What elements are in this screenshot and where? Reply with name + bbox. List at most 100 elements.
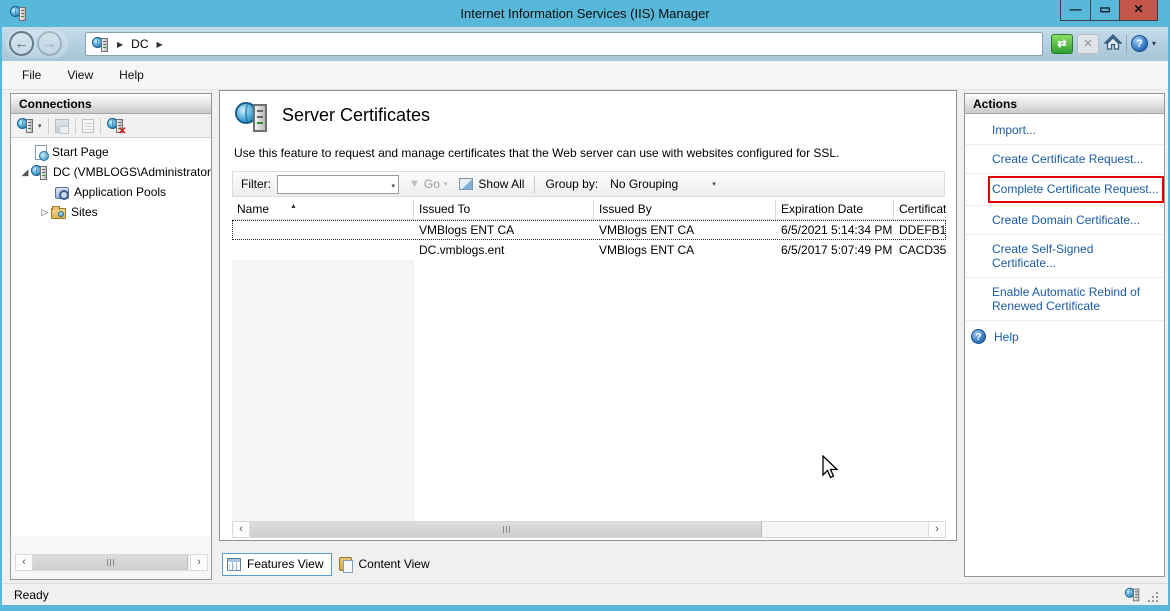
server-certificates-icon (235, 100, 269, 134)
window-title: Internet Information Services (IIS) Mana… (0, 6, 1170, 21)
menu-file[interactable]: File (22, 68, 41, 82)
menu-bar: File View Help (0, 61, 1170, 90)
name-column-shading (232, 260, 414, 521)
content-view-icon (339, 557, 352, 571)
feature-description: Use this feature to request and manage c… (234, 146, 839, 160)
action-enable-automatic-rebind[interactable]: Enable Automatic Rebind of Renewed Certi… (965, 277, 1164, 320)
home-icon[interactable] (1102, 34, 1124, 54)
rename-connection-icon (82, 119, 94, 133)
scroll-right-icon[interactable]: › (190, 555, 207, 570)
tree-item-server-dc[interactable]: ◢ DC (VMBLOGS\Administrator (11, 162, 211, 182)
menu-help[interactable]: Help (119, 68, 144, 82)
column-header-expiration-date[interactable]: Expiration Date (776, 200, 894, 219)
action-help[interactable]: ? Help (965, 320, 1164, 351)
table-row[interactable]: VMBlogs ENT CA VMBlogs ENT CA 6/5/2021 5… (232, 220, 946, 240)
actions-header: Actions (965, 94, 1164, 114)
breadcrumb-item-dc[interactable]: DC (131, 37, 148, 51)
forward-button[interactable]: → (37, 31, 62, 56)
address-bar: ← → ▶ DC ▶ ⇄ ✕ ? ▾ (0, 27, 1170, 61)
toolbar-divider (48, 118, 49, 134)
view-tabs: Features View Content View (222, 552, 438, 577)
toolbar-divider (100, 118, 101, 134)
toolbar-divider (1126, 35, 1127, 53)
certificates-table: Name ▲ Issued To Issued By Expiration Da… (232, 200, 946, 260)
expander-closed-icon[interactable]: ▷ (39, 207, 51, 218)
title-bar[interactable]: Internet Information Services (IIS) Mana… (0, 0, 1170, 27)
tree-item-application-pools[interactable]: Application Pools (11, 182, 211, 202)
start-page-icon (35, 145, 47, 160)
create-connection-icon[interactable] (17, 117, 34, 134)
status-text: Ready (14, 588, 49, 602)
column-header-issued-by[interactable]: Issued By (594, 200, 776, 219)
scrollbar-thumb[interactable] (250, 522, 762, 537)
refresh-icon[interactable]: ⇄ (1051, 34, 1073, 54)
help-dropdown-caret-icon[interactable]: ▾ (1152, 39, 1156, 48)
connections-header: Connections (11, 94, 211, 114)
connections-tree: Start Page ◢ DC (VMBLOGS\Administrator A… (11, 138, 211, 536)
group-by-control: Group by: No Grouping ▾ (545, 177, 715, 191)
tab-features-view[interactable]: Features View (222, 553, 332, 576)
chevron-down-icon: ▾ (712, 180, 716, 188)
breadcrumb[interactable]: ▶ DC ▶ (85, 32, 1043, 56)
filter-input[interactable]: ▾ (277, 175, 399, 194)
stop-icon: ✕ (1077, 34, 1099, 54)
chevron-down-icon: ▾ (444, 180, 448, 188)
minimize-button[interactable]: — (1060, 0, 1090, 21)
breadcrumb-separator-icon: ▶ (157, 40, 163, 49)
action-complete-certificate-request[interactable]: Complete Certificate Request... (965, 173, 1164, 203)
status-bar: Ready (0, 583, 1170, 605)
show-all-button[interactable]: Show All (459, 177, 524, 191)
scroll-right-icon[interactable]: › (928, 522, 945, 537)
column-header-name[interactable]: Name ▲ (232, 200, 414, 219)
toolbar-divider (534, 176, 535, 193)
chevron-down-icon: ▾ (391, 182, 395, 190)
back-button[interactable]: ← (9, 31, 34, 56)
group-by-dropdown[interactable]: No Grouping ▾ (610, 177, 716, 191)
save-connection-icon (55, 119, 69, 133)
toolbar-divider (75, 118, 76, 134)
window-bottom-border (0, 605, 1170, 611)
page-title: Server Certificates (282, 105, 430, 126)
tab-content-view[interactable]: Content View (335, 554, 437, 575)
group-by-label: Group by: (545, 177, 598, 191)
table-header: Name ▲ Issued To Issued By Expiration Da… (232, 200, 946, 220)
actions-list: Import... Create Certificate Request... … (965, 114, 1164, 351)
connections-panel: Connections ▾ ✕ Start Page ◢ DC (VMBLOGS… (10, 93, 212, 580)
connection-dropdown-caret-icon[interactable]: ▾ (38, 122, 42, 130)
mouse-cursor (820, 455, 842, 481)
action-create-certificate-request[interactable]: Create Certificate Request... (965, 144, 1164, 173)
application-pools-icon (55, 187, 69, 199)
tree-item-start-page[interactable]: Start Page (11, 142, 211, 162)
action-import[interactable]: Import... (965, 116, 1164, 144)
show-all-icon (459, 178, 473, 190)
delete-connection-icon[interactable]: ✕ (107, 117, 124, 134)
action-create-self-signed-certificate[interactable]: Create Self-Signed Certificate... (965, 234, 1164, 277)
column-header-issued-to[interactable]: Issued To (414, 200, 594, 219)
filter-label: Filter: (241, 177, 271, 191)
menu-view[interactable]: View (67, 68, 93, 82)
main-horizontal-scrollbar[interactable]: ‹ › (232, 521, 946, 538)
help-icon[interactable]: ? (1131, 35, 1148, 52)
scroll-left-icon[interactable]: ‹ (233, 522, 250, 537)
close-button[interactable]: ✕ (1120, 0, 1158, 21)
connections-horizontal-scrollbar[interactable]: ‹ › (15, 554, 208, 571)
funnel-icon: ▼ (409, 178, 420, 190)
tree-item-sites[interactable]: ▷ Sites (11, 202, 211, 222)
help-icon: ? (971, 329, 986, 344)
column-header-certificate-hash[interactable]: Certificate Hash (894, 200, 946, 219)
scrollbar-thumb[interactable] (33, 555, 188, 570)
iis-status-icon (1125, 587, 1140, 602)
resize-grip[interactable] (1148, 592, 1158, 602)
action-create-domain-certificate[interactable]: Create Domain Certificate... (965, 205, 1164, 234)
expander-open-icon[interactable]: ◢ (19, 167, 31, 178)
actions-panel: Actions Import... Create Certificate Req… (964, 93, 1165, 577)
annotation-highlight-box: Complete Certificate Request... (988, 176, 1164, 203)
features-view-icon (227, 558, 241, 571)
scroll-left-icon[interactable]: ‹ (16, 555, 33, 570)
table-row[interactable]: DC.vmblogs.ent VMBlogs ENT CA 6/5/2017 5… (232, 240, 946, 260)
maximize-button[interactable]: ▭ (1090, 0, 1120, 21)
breadcrumb-separator-icon: ▶ (117, 40, 123, 49)
sites-folder-icon (51, 208, 66, 219)
iis-manager-window: Internet Information Services (IIS) Mana… (0, 0, 1170, 611)
server-certificates-panel: Server Certificates Use this feature to … (219, 90, 957, 541)
